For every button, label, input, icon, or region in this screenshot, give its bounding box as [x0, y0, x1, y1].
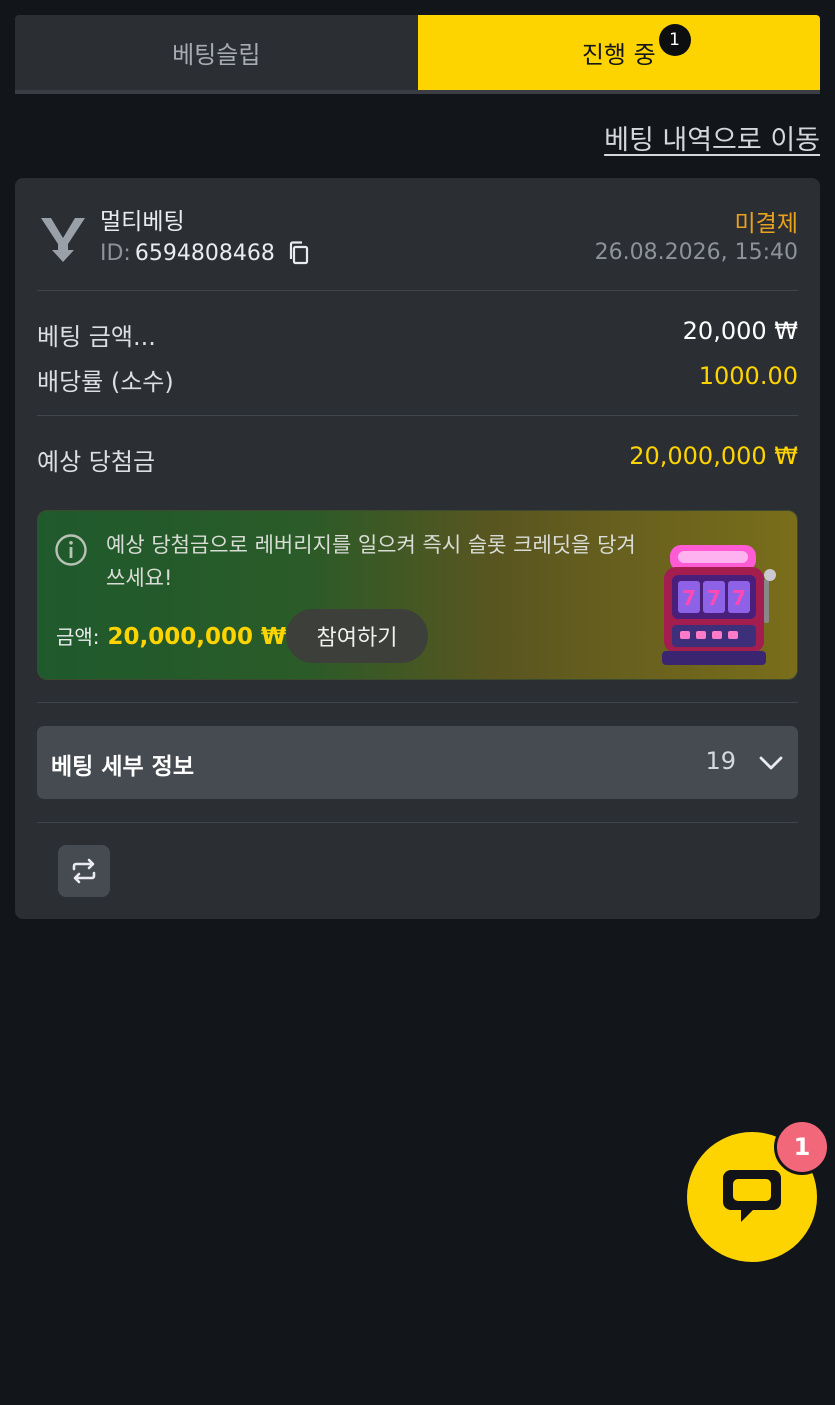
promo-amount-value: 20,000,000 ₩ — [107, 624, 287, 650]
potential-win-row: 예상 당첨금 20,000,000 ₩ — [37, 442, 798, 477]
svg-text:7: 7 — [707, 586, 721, 610]
promo-message: 예상 당첨금으로 레버리지를 일으켜 즉시 슬롯 크레딧을 당겨 쓰세요! — [106, 533, 636, 590]
bet-status: 미결제 — [734, 211, 798, 237]
bet-details-title: 베팅 세부 정보 — [51, 754, 194, 780]
slot-machine-icon: 7 7 7 — [662, 545, 776, 665]
divider — [37, 822, 798, 823]
svg-text:7: 7 — [682, 586, 696, 610]
bet-details-count: 19 — [705, 747, 736, 775]
chat-notification-badge: 1 — [774, 1119, 830, 1175]
join-button[interactable]: 참여하기 — [286, 609, 428, 663]
info-icon — [55, 534, 87, 566]
tab-bar: 베팅슬립 진행 중 1 — [15, 15, 820, 94]
copy-icon[interactable] — [287, 240, 311, 266]
slot-credit-promo: 예상 당첨금으로 레버리지를 일으켜 즉시 슬롯 크레딧을 당겨 쓰세요! 금액… — [37, 510, 798, 680]
tab-count-badge: 1 — [658, 24, 691, 56]
stake-label: 베팅 금액... — [37, 323, 156, 351]
stake-row: 베팅 금액... 20,000 ₩ — [37, 317, 798, 352]
tab-betslip-label: 베팅슬립 — [172, 41, 261, 69]
bet-type: 멀티베팅 — [100, 209, 185, 235]
bet-header: 멀티베팅 ID: 6594808468 미결제 26.08.2026, 15:4… — [37, 202, 798, 272]
promo-amount-label: 금액: — [56, 625, 100, 649]
stake-value: 20,000 ₩ — [682, 317, 798, 345]
odds-value: 1000.00 — [698, 362, 798, 390]
potential-win-value: 20,000,000 ₩ — [629, 442, 798, 470]
bet-details-toggle[interactable]: 베팅 세부 정보 19 — [37, 726, 798, 799]
promo-amount: 금액: 20,000,000 ₩ — [56, 621, 286, 650]
multi-bet-icon — [41, 218, 85, 262]
divider — [37, 290, 798, 291]
chat-icon — [723, 1170, 781, 1222]
odds-row: 배당률 (소수) 1000.00 — [37, 362, 798, 397]
bet-id-label: ID: — [100, 240, 131, 266]
bet-datetime: 26.08.2026, 15:40 — [594, 240, 798, 265]
svg-text:7: 7 — [732, 586, 746, 610]
tab-in-progress[interactable]: 진행 중 1 — [417, 15, 820, 90]
bet-id-value: 6594808468 — [134, 240, 275, 266]
divider — [37, 415, 798, 416]
odds-label: 배당률 (소수) — [37, 368, 174, 396]
potential-win-label: 예상 당첨금 — [37, 448, 156, 476]
chevron-down-icon — [759, 756, 783, 770]
tab-betslip[interactable]: 베팅슬립 — [15, 15, 418, 90]
bet-id: ID: 6594808468 — [100, 240, 311, 266]
repeat-icon — [72, 858, 96, 884]
bet-history-link[interactable]: 베팅 내역으로 이동 — [604, 118, 820, 157]
tab-in-progress-label: 진행 중 — [581, 41, 656, 69]
divider — [37, 702, 798, 703]
repeat-bet-button[interactable] — [58, 845, 110, 897]
bet-card: 멀티베팅 ID: 6594808468 미결제 26.08.2026, 15:4… — [15, 178, 820, 919]
